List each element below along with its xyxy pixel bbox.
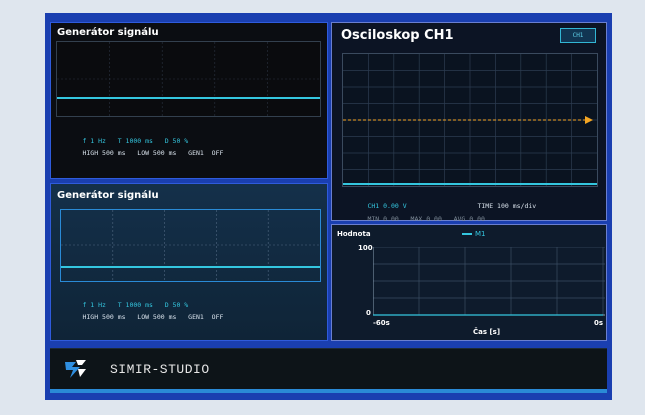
trend-x-title: Čas [s] (473, 328, 501, 336)
osc-max: MAX 0.00 (410, 215, 442, 223)
generator-grid-1 (57, 42, 320, 116)
channel-button[interactable]: CH1 (560, 28, 596, 43)
generator-panel-2: Generátor signálu f 1 Hz T 1000 ms D 50 … (50, 183, 328, 341)
trend-panel: Hodnota M1 100 0 -60s 0s Čas [s] (331, 224, 607, 341)
trend-y-min: 0 (366, 309, 371, 317)
trigger-marker-icon (585, 116, 593, 124)
osc-time: TIME 100 ms/div (477, 202, 537, 210)
generator-grid-2 (61, 210, 320, 281)
oscilloscope-title: Osciloskop CH1 (341, 28, 454, 43)
generator-title-2: Generátor signálu (57, 190, 159, 201)
oscilloscope-screen (342, 53, 598, 187)
app-frame: Generátor signálu f 1 Hz T 1000 ms D 50 … (45, 13, 612, 400)
gen2-gen: GEN1 (188, 313, 204, 321)
oscilloscope-grid (343, 54, 597, 186)
trend-legend: M1 (462, 230, 486, 238)
trend-y-title: Hodnota (337, 230, 371, 238)
legend-label: M1 (475, 230, 486, 238)
brand-bar: SIMIR-STUDIO (50, 348, 607, 390)
generator-display-1 (56, 41, 321, 117)
generator-panel-1: Generátor signálu f 1 Hz T 1000 ms D 50 … (50, 22, 328, 179)
osc-avg: AVG 0.00 (453, 215, 485, 223)
gen1-state: OFF (211, 149, 224, 157)
gen1-high: HIGH 500 ms (82, 149, 126, 157)
trend-x-start: -60s (373, 319, 390, 327)
gen2-low: LOW 500 ms (137, 313, 177, 321)
simir-logo-icon (65, 360, 86, 378)
brand-name: SIMIR-STUDIO (110, 362, 210, 377)
generator-display-2 (60, 209, 321, 282)
trend-x-end: 0s (594, 319, 604, 327)
trend-plot (373, 247, 605, 316)
legend-line-icon (462, 233, 472, 235)
trend-y-max: 100 (358, 244, 373, 252)
brand-strip (50, 389, 607, 393)
gen2-state: OFF (211, 313, 224, 321)
gen1-gen: GEN1 (188, 149, 204, 157)
gen1-low: LOW 500 ms (137, 149, 177, 157)
generator-title-1: Generátor signálu (57, 27, 159, 38)
osc-min: MIN 0.00 (367, 215, 399, 223)
gen2-high: HIGH 500 ms (82, 313, 126, 321)
oscilloscope-panel: Osciloskop CH1 CH1 CH1 0.00 V TIME 100 m… (331, 22, 607, 223)
